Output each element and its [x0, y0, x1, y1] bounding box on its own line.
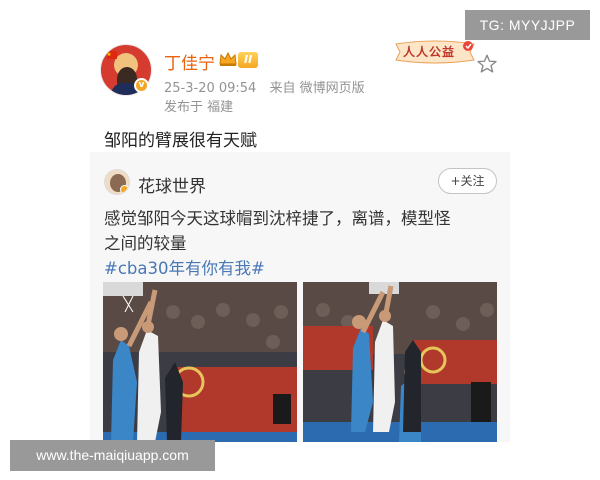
post-meta: 25-3-20 09:54 来自 微博网页版 — [164, 77, 374, 96]
crown-icon[interactable] — [219, 51, 237, 67]
repost-author-avatar[interactable] — [104, 169, 130, 195]
repost-text-line-1: 感觉邹阳今天这球帽到沈梓捷了，离谱，模型怪 — [104, 209, 451, 228]
level-badge: II — [238, 52, 259, 68]
public-welfare-badge[interactable]: 人人公益 — [392, 40, 478, 64]
verified-badge-icon — [120, 185, 129, 194]
star-icon[interactable] — [476, 53, 498, 75]
hashtag-link[interactable]: #cba30年有你有我# — [104, 255, 265, 279]
post-time[interactable]: 25-3-20 09:54 — [164, 81, 256, 96]
weibo-post: v 丁佳宁 II 25-3-20 09:54 来自 微博网页版 发布于 福建 人… — [0, 0, 600, 480]
basketball-photo-2[interactable] — [303, 282, 497, 442]
repost-card[interactable]: 花球世界 +关注 感觉邹阳今天这球帽到沈梓捷了，离谱，模型怪 之间的较量 #cb… — [90, 152, 510, 442]
post-source: 来自 微博网页版 — [269, 81, 365, 96]
public-badge-text: 人人公益 — [403, 45, 456, 59]
post-location: 发布于 福建 — [164, 100, 234, 115]
flag-icon — [107, 51, 117, 59]
repost-text-line-2: 之间的较量 — [104, 234, 187, 253]
post-text: 邹阳的臂展很有天赋 — [104, 131, 257, 151]
username[interactable]: 丁佳宁 — [164, 49, 215, 74]
basketball-photo-1[interactable] — [103, 282, 297, 442]
repost-author-name[interactable]: 花球世界 — [138, 172, 206, 197]
watermark-overlay: www.the-maiqiuapp.com — [10, 440, 215, 471]
verified-badge-icon: v — [134, 78, 149, 93]
repost-text: 感觉邹阳今天这球帽到沈梓捷了，离谱，模型怪 之间的较量 — [104, 206, 502, 256]
tg-overlay: TG: MYYJJPP — [465, 10, 590, 40]
follow-button[interactable]: +关注 — [438, 168, 497, 194]
